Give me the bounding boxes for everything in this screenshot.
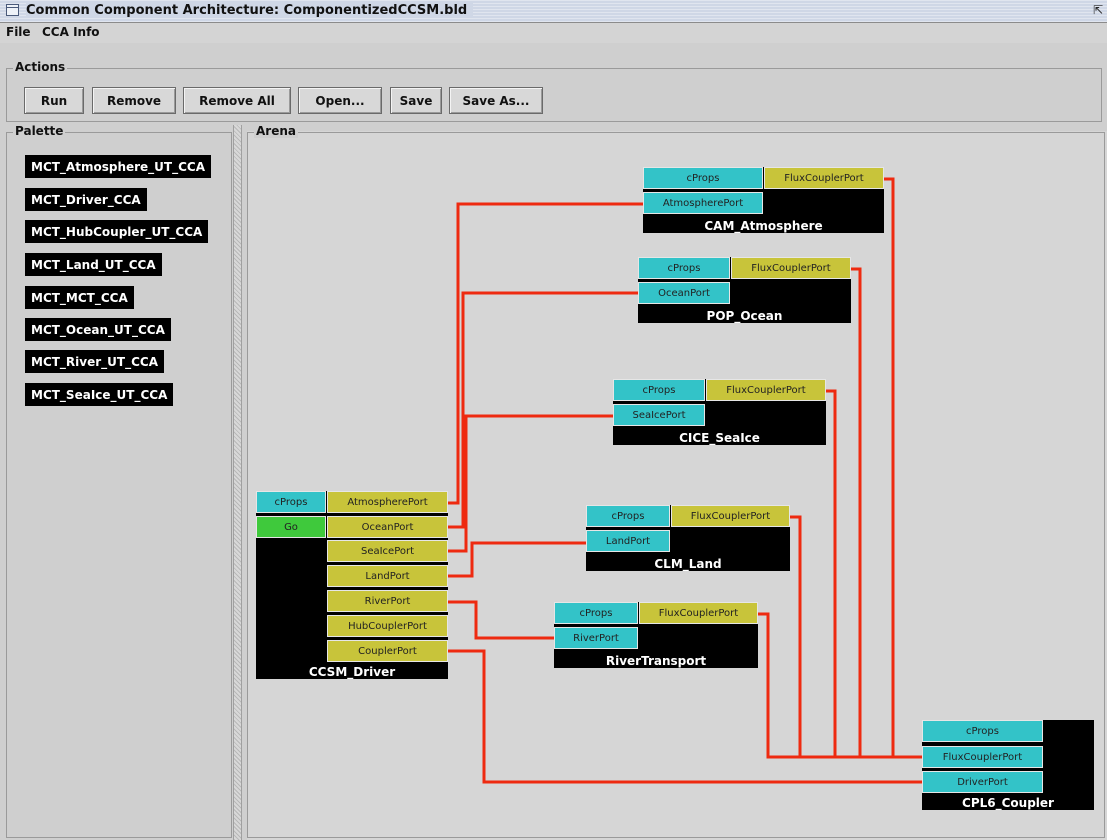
port-cprops[interactable]: cProps (922, 720, 1043, 742)
component-cice-seaice[interactable]: cProps FluxCouplerPort SeaIcePort CICE_S… (613, 379, 826, 445)
port-river[interactable]: RiverPort (554, 627, 638, 649)
menu-bar: File CCA Info (0, 23, 1107, 43)
port-go[interactable]: Go (256, 516, 326, 538)
palette-item-river[interactable]: MCT_River_UT_CCA (25, 350, 164, 373)
port-cprops[interactable]: cProps (613, 379, 705, 401)
port-land[interactable]: LandPort (327, 565, 448, 587)
port-cprops[interactable]: cProps (554, 602, 638, 624)
palette-item-ocean[interactable]: MCT_Ocean_UT_CCA (25, 318, 171, 341)
component-cpl6-coupler[interactable]: cProps FluxCouplerPort DriverPort CPL6_C… (922, 720, 1094, 810)
port-fluxcoupler[interactable]: FluxCouplerPort (731, 257, 851, 279)
component-ccsm-driver[interactable]: cProps Go AtmospherePort OceanPort SeaIc… (256, 491, 448, 679)
title-bar: Common Component Architecture: Component… (0, 0, 1107, 23)
window-title: Common Component Architecture: Component… (26, 3, 474, 18)
component-label: CPL6_Coupler (962, 796, 1054, 810)
port-hubcoupler[interactable]: HubCouplerPort (327, 615, 448, 637)
port-land[interactable]: LandPort (586, 530, 670, 552)
port-cprops[interactable]: cProps (586, 505, 670, 527)
port-fluxcoupler[interactable]: FluxCouplerPort (922, 746, 1043, 768)
component-cam-atmosphere[interactable]: cProps FluxCouplerPort AtmospherePort CA… (643, 167, 884, 233)
component-label: CLM_Land (654, 557, 722, 571)
port-fluxcoupler[interactable]: FluxCouplerPort (671, 505, 790, 527)
port-atmosphere[interactable]: AtmospherePort (643, 192, 763, 214)
remove-button[interactable]: Remove (92, 87, 176, 114)
component-river-transport[interactable]: cProps FluxCouplerPort RiverPort RiverTr… (554, 602, 758, 668)
component-label: POP_Ocean (706, 309, 783, 323)
menu-cca-info[interactable]: CCA Info (42, 25, 100, 39)
component-label: RiverTransport (605, 654, 707, 668)
port-ocean[interactable]: OceanPort (327, 516, 448, 538)
component-label: CICE_SeaIce (679, 431, 760, 445)
open-button[interactable]: Open... (298, 87, 382, 114)
palette-item-hubcoupler[interactable]: MCT_HubCoupler_UT_CCA (25, 220, 209, 243)
port-fluxcoupler[interactable]: FluxCouplerPort (706, 379, 826, 401)
port-ocean[interactable]: OceanPort (638, 282, 730, 304)
port-fluxcoupler[interactable]: FluxCouplerPort (639, 602, 758, 624)
split-pane-divider[interactable] (233, 125, 242, 840)
restore-icon[interactable]: ⇱ (1093, 3, 1103, 17)
port-cprops[interactable]: cProps (638, 257, 730, 279)
palette-item-seaice[interactable]: MCT_SeaIce_UT_CCA (25, 383, 174, 406)
actions-label: Actions (13, 60, 68, 74)
port-cprops[interactable]: cProps (256, 491, 326, 513)
arena-label: Arena (254, 124, 298, 138)
window-icon (6, 4, 19, 16)
component-pop-ocean[interactable]: cProps FluxCouplerPort OceanPort POP_Oce… (638, 257, 851, 323)
save-as-button[interactable]: Save As... (449, 87, 543, 114)
palette-item-land[interactable]: MCT_Land_UT_CCA (25, 253, 162, 276)
component-label: CAM_Atmosphere (704, 219, 823, 233)
save-button[interactable]: Save (390, 87, 442, 114)
run-button[interactable]: Run (24, 87, 84, 114)
remove-all-button[interactable]: Remove All (183, 87, 291, 114)
port-coupler[interactable]: CouplerPort (327, 640, 448, 662)
component-label: CCSM_Driver (308, 665, 396, 679)
port-fluxcoupler[interactable]: FluxCouplerPort (764, 167, 884, 189)
palette-item-driver[interactable]: MCT_Driver_CCA (25, 188, 147, 211)
port-cprops[interactable]: cProps (643, 167, 763, 189)
port-river[interactable]: RiverPort (327, 590, 448, 612)
component-clm-land[interactable]: cProps FluxCouplerPort LandPort CLM_Land (586, 505, 790, 571)
palette-item-mct[interactable]: MCT_MCT_CCA (25, 286, 134, 309)
port-driver[interactable]: DriverPort (922, 771, 1043, 793)
menu-file[interactable]: File (6, 25, 31, 39)
palette-label: Palette (13, 124, 66, 138)
palette-item-atmosphere[interactable]: MCT_Atmosphere_UT_CCA (25, 155, 212, 178)
port-atmosphere[interactable]: AtmospherePort (327, 491, 448, 513)
port-seaice[interactable]: SeaIcePort (613, 404, 705, 426)
port-seaice[interactable]: SeaIcePort (327, 540, 448, 562)
